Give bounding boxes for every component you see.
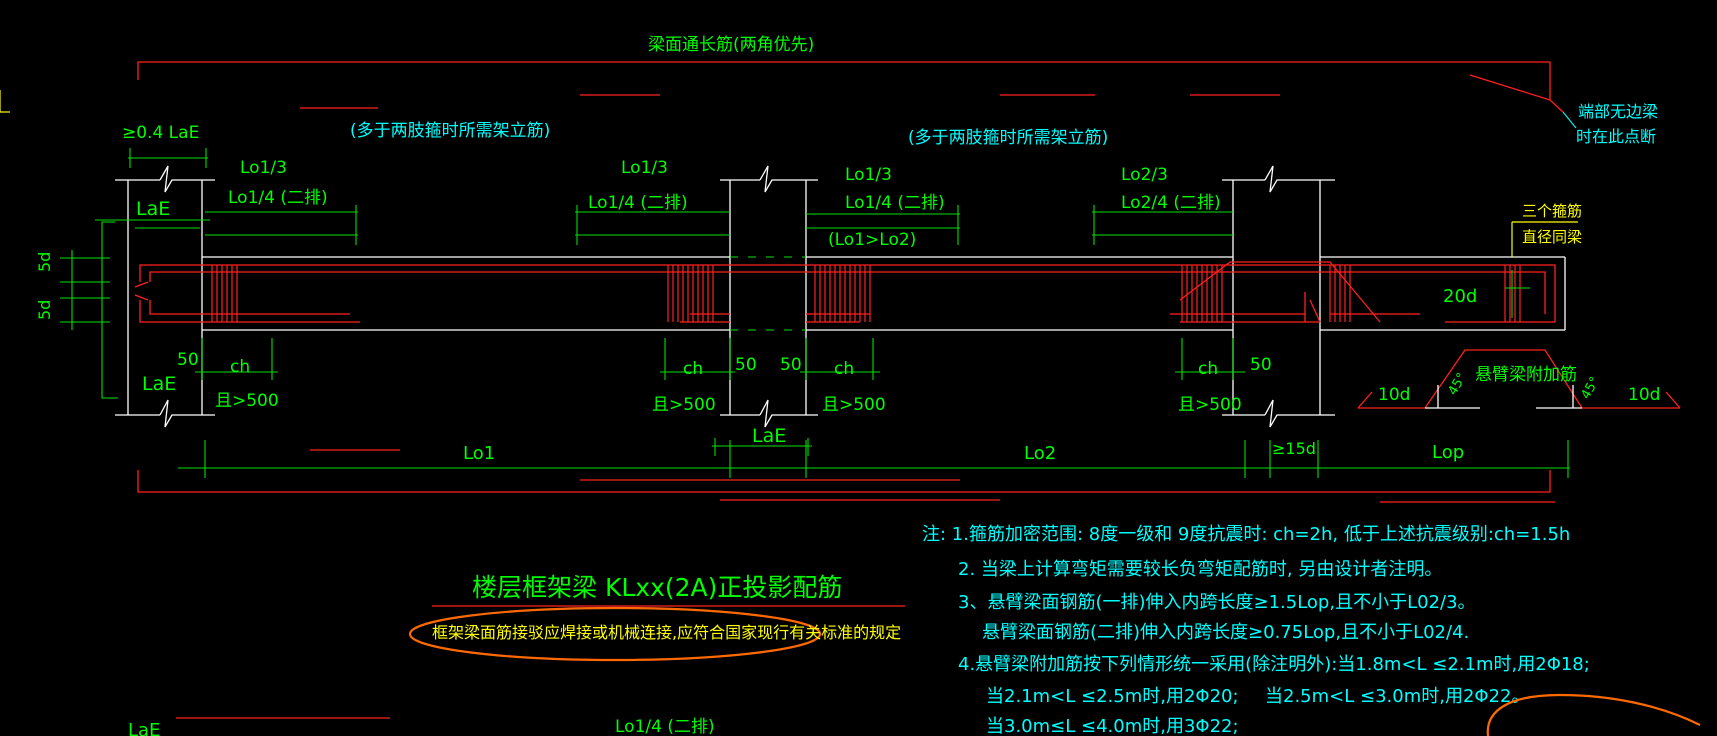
- end-note-leader: [1562, 111, 1577, 129]
- bottom-continuous-rebar: [137, 470, 1555, 503]
- angle-45-left: 45°: [1445, 371, 1470, 398]
- twenty-d-dim: [1505, 270, 1530, 318]
- l01-quarter-b: Lo1/4 (二排): [845, 193, 945, 213]
- span-lop-label: Lop: [1432, 442, 1464, 463]
- gt500-3: 且>500: [822, 395, 886, 415]
- ten-d-left: 10d: [1378, 385, 1410, 405]
- twenty-d-label: 20d: [1443, 286, 1477, 307]
- span-l02-label: Lo2: [1024, 443, 1056, 464]
- dim-50-1: 50: [177, 350, 199, 370]
- bottom-quarter-fragment: Lo1/4 (二排): [615, 717, 715, 736]
- angle-45-right: 45°: [1578, 375, 1603, 402]
- five-d-label-1: 5d: [35, 252, 54, 272]
- cantilever-extra-label: 悬臂梁附加筋: [1475, 365, 1577, 385]
- top-bar-label: 梁面通长筋(两角优先): [648, 35, 814, 55]
- l01-left-dims: [205, 205, 358, 245]
- anchor-04lae-dimension: [128, 148, 208, 168]
- five-d-label-2: 5d: [35, 300, 54, 320]
- ten-d-right: 10d: [1628, 385, 1660, 405]
- gt500-1: 且>500: [215, 391, 279, 411]
- three-stirrup-line2: 直径同梁: [1522, 228, 1582, 246]
- left-anchorage-dims: [60, 219, 210, 399]
- l01-third-mid: Lo1/3: [621, 158, 668, 178]
- middle-column: [720, 165, 818, 428]
- l01-third-b: Lo1/3: [845, 165, 892, 185]
- drawing-subtitle: 框架梁面筋接驳应焊接或机械连接,应符合国家现行有关标准的规定: [432, 623, 901, 642]
- lae-bottom-label: LaE: [142, 373, 176, 395]
- l01-quarter-left: Lo1/4 (二排): [228, 188, 328, 208]
- note-2: 2. 当梁上计算弯矩需要较长负弯矩配筋时, 另由设计者注明。: [958, 559, 1442, 580]
- drawing-title: 楼层框架梁 KLxx(2A)正投影配筋: [472, 573, 842, 602]
- dim-50-4: 50: [1250, 355, 1272, 375]
- lae-top-label: LaE: [136, 198, 170, 220]
- anchor-04lae-label: ≥0.4 LaE: [122, 123, 199, 143]
- dim-50-3: 50: [780, 355, 802, 375]
- end-note-line1: 端部无边梁: [1578, 102, 1658, 121]
- note-4b: 当2.5m<L ≤3.0m时,用2Φ22。: [1265, 686, 1529, 707]
- span-15d-label: ≥15d: [1272, 439, 1316, 458]
- l02-quarter: Lo2/4 (二排): [1121, 193, 1221, 213]
- cad-drawing-canvas[interactable]: 梁面通长筋(两角优先) (多于两肢箍时所需架立筋) (多于两肢箍时所需架立筋) …: [0, 0, 1717, 736]
- note-3: 3、悬臂梁面钢筋(一排)伸入内跨长度≥1.5Lop,且不小于L02/3。: [958, 592, 1476, 613]
- right-column: [1222, 165, 1335, 428]
- ch-3: ch: [834, 359, 854, 379]
- beam-outline: [202, 256, 1566, 331]
- ch-1: ch: [230, 357, 250, 377]
- l01-quarter-mid: Lo1/4 (二排): [588, 193, 688, 213]
- lo1-gt-lo2: (Lo1>Lo2): [828, 230, 916, 250]
- three-stirrup-line1: 三个箍筋: [1522, 202, 1582, 220]
- span-l01-label: Lo1: [463, 443, 495, 464]
- note-4c: 当3.0m≤L ≤4.0m时,用3Φ22;: [986, 716, 1239, 736]
- ch-4: ch: [1198, 359, 1218, 379]
- ch-2: ch: [683, 359, 703, 379]
- note-4a: 当2.1m<L ≤2.5m时,用2Φ20;: [986, 686, 1239, 707]
- dim-50-2: 50: [735, 355, 757, 375]
- erection-bar-note-left: (多于两肢箍时所需架立筋): [350, 121, 550, 141]
- l01-third-left: Lo1/3: [240, 158, 287, 178]
- gt500-4: 且>500: [1178, 395, 1242, 415]
- end-note-line2: 时在此点断: [1576, 127, 1656, 146]
- left-edge-marker: [0, 90, 10, 113]
- note-3b: 悬臂梁面钢筋(二排)伸入内跨长度≥0.75Lop,且不小于L02/4.: [982, 622, 1469, 643]
- bottom-lae-fragment: LaE: [128, 720, 160, 736]
- note-1: 注: 1.箍筋加密范围: 8度一级和 9度抗震时: ch=2h, 低于上述抗震级…: [922, 524, 1570, 545]
- top-continuous-rebar: [137, 61, 1564, 113]
- erection-bar-note-right: (多于两肢箍时所需架立筋): [908, 128, 1108, 148]
- gt500-2: 且>500: [652, 395, 716, 415]
- l02-third: Lo2/3: [1121, 165, 1168, 185]
- lae-mid-label: LaE: [752, 425, 786, 447]
- span-dimensions: [178, 440, 1570, 478]
- note-4: 4.悬臂梁附加筋按下列情形统一采用(除注明外):当1.8m<L ≤2.1m时,用…: [958, 654, 1590, 675]
